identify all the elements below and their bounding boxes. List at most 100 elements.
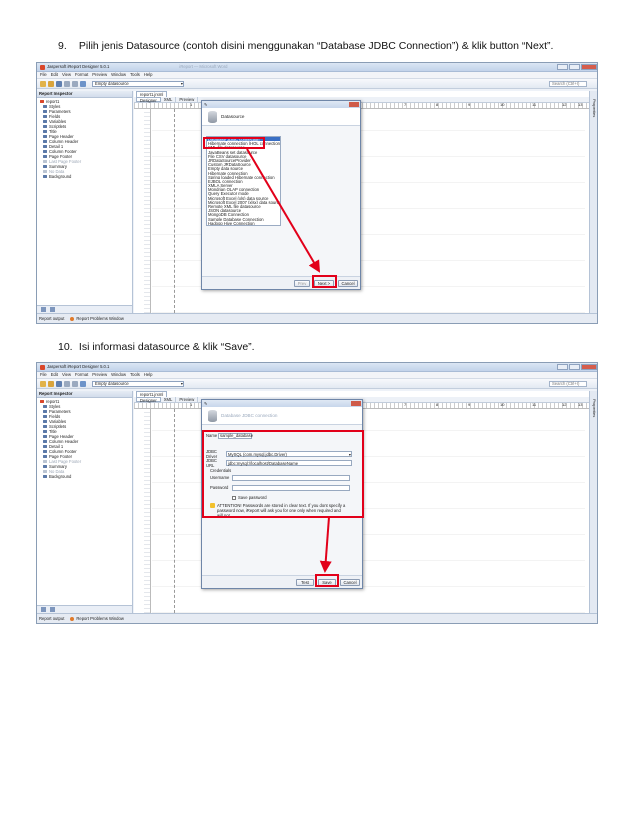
menu-preview[interactable]: Preview	[92, 372, 107, 377]
fields-icon	[43, 415, 47, 418]
ruler-number: 13	[578, 402, 583, 407]
list-item[interactable]: Hadoop Hive Connection	[207, 221, 280, 225]
report-problems-tab[interactable]: Report Problems Window	[76, 316, 123, 321]
menu-edit[interactable]: Edit	[51, 72, 58, 77]
menu-preview[interactable]: Preview	[92, 72, 107, 77]
report-output-tab[interactable]: Report output	[39, 616, 64, 621]
menu-help[interactable]: Help	[144, 372, 153, 377]
minimize-icon[interactable]	[557, 64, 568, 70]
properties-strip[interactable]: Properties	[589, 91, 597, 313]
menu-file[interactable]: File	[40, 72, 47, 77]
tab-xml[interactable]: XML	[161, 397, 177, 402]
save-icon[interactable]	[56, 80, 62, 87]
band-icon	[43, 165, 47, 168]
menu-tools[interactable]: Tools	[130, 372, 140, 377]
report-icon	[40, 100, 44, 103]
new-file-icon[interactable]	[40, 80, 46, 87]
close-icon[interactable]	[581, 64, 597, 70]
band-icon	[43, 475, 47, 478]
window-controls[interactable]	[556, 364, 597, 370]
inspector-icon[interactable]	[41, 307, 46, 312]
menu-view[interactable]: View	[62, 372, 71, 377]
margin-guide	[174, 109, 175, 313]
tree-item[interactable]: Background	[39, 474, 132, 479]
tree-item[interactable]: Background	[39, 174, 132, 179]
problems-icon	[70, 616, 75, 621]
band-icon	[43, 430, 47, 433]
inspector-icon[interactable]	[41, 607, 46, 612]
tab-preview[interactable]: Preview	[176, 97, 199, 102]
band-icon	[43, 135, 47, 138]
ruler-number: 11	[532, 402, 537, 407]
close-icon[interactable]	[351, 401, 361, 406]
chevron-down-icon: ▾	[180, 80, 183, 86]
menu-format[interactable]: Format	[75, 72, 88, 77]
menu-view[interactable]: View	[62, 72, 71, 77]
test-button[interactable]: Test	[296, 579, 314, 586]
ireport-logo-icon	[40, 364, 45, 370]
report-problems-tab[interactable]: Report Problems Window	[76, 616, 123, 621]
datasource-icon[interactable]	[80, 80, 86, 87]
band-icon	[43, 450, 47, 453]
properties-strip[interactable]: Properties	[589, 391, 597, 613]
toolbar: Empty datasource ▾ Search (Ctrl+I)	[37, 379, 597, 389]
band-icon	[43, 150, 47, 153]
datasource-select[interactable]: Empty datasource ▾	[92, 380, 184, 387]
report-inspector-panel: Report Inspector report1 Styles Paramete…	[37, 91, 133, 313]
band-icon	[43, 435, 47, 438]
palette-icon[interactable]	[50, 607, 55, 612]
undo-icon[interactable]	[64, 380, 70, 387]
datasource-select[interactable]: Empty datasource ▾	[92, 80, 184, 87]
ruler-number: 10	[500, 402, 505, 407]
tab-designer[interactable]: Designer	[136, 397, 161, 403]
save-icon[interactable]	[56, 380, 62, 387]
palette-icon[interactable]	[50, 307, 55, 312]
band-icon	[43, 460, 47, 463]
prev-button[interactable]: Prev	[294, 280, 310, 287]
minimize-icon[interactable]	[557, 364, 568, 370]
step-text: Pilih jenis Datasource (contoh disini me…	[78, 40, 554, 52]
jdbc-connection-dialog: ✎ Database JDBC connection Name sample_d…	[201, 399, 364, 589]
redo-icon[interactable]	[72, 80, 78, 87]
new-file-icon[interactable]	[40, 380, 46, 387]
dialog-titlebar: ✎	[202, 400, 362, 407]
margin-guide	[174, 409, 175, 613]
search-input[interactable]: Search (Ctrl+I)	[549, 380, 587, 387]
tab-xml[interactable]: XML	[161, 97, 177, 102]
menu-window[interactable]: Window	[111, 372, 126, 377]
cancel-button[interactable]: Cancel	[338, 280, 358, 287]
window-controls[interactable]	[556, 64, 597, 70]
ruler-number: 7	[404, 102, 407, 107]
variables-icon	[43, 420, 47, 423]
panel-footer	[37, 305, 132, 313]
band-icon	[43, 170, 47, 173]
tab-designer[interactable]: Designer	[136, 97, 161, 103]
close-icon[interactable]	[581, 364, 597, 370]
datasource-icon[interactable]	[80, 380, 86, 387]
panel-title: Report Inspector	[37, 91, 132, 98]
open-folder-icon[interactable]	[48, 80, 54, 87]
close-icon[interactable]	[349, 102, 359, 107]
menu-window[interactable]: Window	[111, 72, 126, 77]
ruler-number: 7	[404, 402, 407, 407]
tree-item-label: Background	[49, 473, 72, 479]
undo-icon[interactable]	[64, 80, 70, 87]
datasource-type-list[interactable]: Database JDBC connection Hibernate conne…	[206, 136, 281, 226]
step-text: Isi informasi datasource & klik “Save”.	[78, 341, 255, 353]
open-folder-icon[interactable]	[48, 380, 54, 387]
menu-edit[interactable]: Edit	[51, 372, 58, 377]
tab-preview[interactable]: Preview	[176, 397, 199, 402]
properties-label: Properties	[591, 399, 597, 418]
output-bar: Report output Report Problems Window	[37, 613, 597, 623]
menu-file[interactable]: File	[40, 372, 47, 377]
ruler-number: 12	[562, 102, 567, 107]
report-output-tab[interactable]: Report output	[39, 316, 64, 321]
cancel-button[interactable]: Cancel	[340, 579, 360, 586]
menu-format[interactable]: Format	[75, 372, 88, 377]
menu-tools[interactable]: Tools	[130, 72, 140, 77]
menu-help[interactable]: Help	[144, 72, 153, 77]
redo-icon[interactable]	[72, 380, 78, 387]
search-input[interactable]: Search (Ctrl+I)	[549, 80, 587, 87]
maximize-icon[interactable]	[569, 364, 580, 370]
maximize-icon[interactable]	[569, 64, 580, 70]
